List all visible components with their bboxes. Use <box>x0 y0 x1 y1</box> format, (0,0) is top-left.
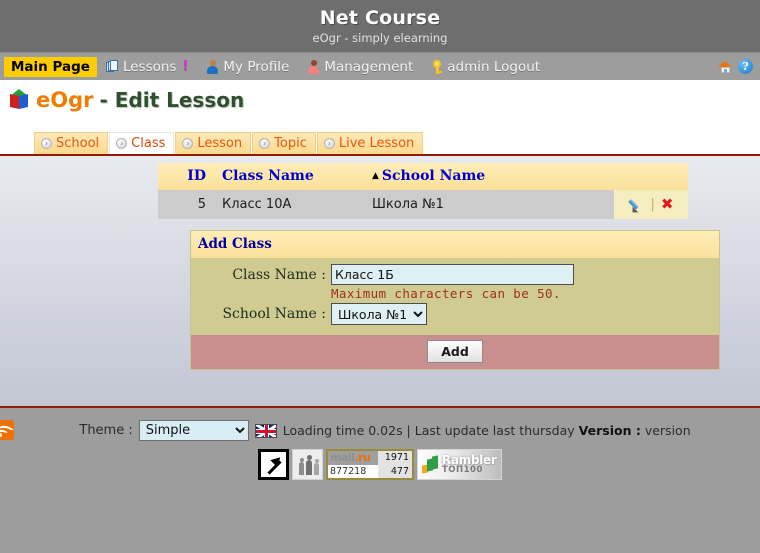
page-title-bar: eOgr - Edit Lesson <box>0 80 760 120</box>
key-icon <box>431 60 443 74</box>
tab-class[interactable]: › Class <box>109 132 174 154</box>
nav-label-main-page: Main Page <box>11 57 90 77</box>
site-title: Net Course <box>0 6 760 30</box>
person-blue-icon <box>206 60 219 74</box>
label-school-name: School Name : <box>191 303 331 325</box>
nav-label-logout: admin Logout <box>447 59 540 75</box>
action-separator: | <box>651 197 655 212</box>
nav-item-logout[interactable]: admin Logout <box>422 53 549 80</box>
table-header-row: ID Class Name ▲School Name <box>158 163 688 190</box>
mailru-brand: mail.ru <box>330 451 370 464</box>
mailru-brand-right: .ru <box>354 451 370 464</box>
cell-id: 5 <box>158 190 214 219</box>
cell-actions: | ✖ <box>614 190 688 219</box>
table-row: 5 Класс 10А Школа №1 | ✖ <box>158 190 688 219</box>
nav-label-my-profile: My Profile <box>223 59 289 75</box>
tab-live-lesson[interactable]: › Live Lesson <box>317 132 423 154</box>
chevron-right-icon: › <box>259 138 270 149</box>
mailru-counter[interactable]: mail.ru 1971 877218 477 <box>326 449 414 480</box>
status-text: Loading time 0.02s | Last update last th… <box>283 423 691 438</box>
tab-label-lesson: Lesson <box>197 136 242 151</box>
rambler-logo-icon <box>422 456 439 473</box>
add-button[interactable]: Add <box>427 340 483 363</box>
cell-class-name: Класс 10А <box>214 190 364 219</box>
nav-item-my-profile[interactable]: My Profile <box>197 53 298 80</box>
tab-label-school: School <box>56 136 99 151</box>
main-navigation: Main Page Lessons ! My Profile Managemen… <box>0 52 760 80</box>
site-footer: Theme : Simple Loading time 0.02s | Last… <box>0 408 760 480</box>
person-pink-icon <box>307 60 320 74</box>
tab-label-class: Class <box>131 136 165 151</box>
nav-right-icons: ? <box>718 59 760 74</box>
rambler-subtitle: ТОП100 <box>442 466 497 475</box>
max-chars-note: Maximum characters can be 50. <box>331 286 719 301</box>
nav-label-lessons: Lessons <box>123 59 177 75</box>
mailru-bottom-number: 477 <box>378 465 412 479</box>
footer-status-bar: Theme : Simple Loading time 0.02s | Last… <box>0 420 760 441</box>
home-icon[interactable] <box>718 60 733 74</box>
arrow-counter-icon[interactable] <box>258 449 289 480</box>
nav-item-management[interactable]: Management <box>298 53 422 80</box>
class-table: ID Class Name ▲School Name 5 Класс 10А Ш… <box>158 163 688 219</box>
section-tabs: › School › Class › Lesson › Topic › Live… <box>0 120 760 154</box>
site-header: Net Course eOgr - simply elearning <box>0 0 760 52</box>
page-title: - Edit Lesson <box>99 88 244 112</box>
mailru-total: 877218 <box>328 465 378 479</box>
chevron-right-icon: › <box>41 138 52 149</box>
main-content: ID Class Name ▲School Name 5 Класс 10А Ш… <box>0 154 760 408</box>
pencil-icon[interactable] <box>629 197 645 213</box>
version-value: version <box>641 423 691 438</box>
rambler-counter[interactable]: Rambler ТОП100 <box>417 449 502 480</box>
uk-flag-icon[interactable] <box>255 424 277 438</box>
chevron-right-icon: › <box>182 138 193 149</box>
column-header-school-name-label: School Name <box>382 168 485 184</box>
cube-logo-icon <box>8 89 30 111</box>
theme-label: Theme : <box>79 423 132 438</box>
pages-icon <box>106 60 119 74</box>
brand-name: eOgr <box>36 88 93 112</box>
rss-icon[interactable] <box>0 420 14 440</box>
add-class-footer: Add <box>191 335 719 369</box>
mailru-top-number: 1971 <box>378 451 412 465</box>
add-class-title: Add Class <box>191 231 719 258</box>
add-class-panel: Add Class Class Name : Maximum character… <box>190 230 720 370</box>
column-header-id[interactable]: ID <box>158 163 214 190</box>
nav-item-lessons[interactable]: Lessons ! <box>97 53 197 80</box>
chevron-right-icon: › <box>324 138 335 149</box>
cell-school-name: Школа №1 <box>364 190 614 219</box>
mailru-brand-left: mail <box>330 451 354 464</box>
status-prefix: Loading time 0.02s | Last update last th… <box>283 423 579 438</box>
school-name-select[interactable]: Школа №1 <box>331 303 427 325</box>
tab-topic[interactable]: › Topic <box>252 132 316 154</box>
footer-counters: mail.ru 1971 877218 477 Rambler ТОП100 <box>0 449 760 480</box>
chevron-right-icon: › <box>116 138 127 149</box>
class-name-input[interactable] <box>331 264 574 285</box>
delete-icon[interactable]: ✖ <box>661 197 674 212</box>
help-icon[interactable]: ? <box>738 59 753 74</box>
lessons-badge-icon: ! <box>182 59 188 74</box>
column-header-class-name[interactable]: Class Name <box>214 163 364 190</box>
tab-label-live-lesson: Live Lesson <box>339 136 414 151</box>
column-header-actions <box>614 163 688 190</box>
nav-item-main-page[interactable]: Main Page <box>4 57 97 77</box>
add-class-body: Class Name : Maximum characters can be 5… <box>191 258 719 335</box>
tab-label-topic: Topic <box>274 136 307 151</box>
column-header-school-name[interactable]: ▲School Name <box>364 163 614 190</box>
version-label: Version : <box>579 423 641 438</box>
people-counter-icon[interactable] <box>292 449 323 480</box>
sort-ascending-icon: ▲ <box>372 171 379 181</box>
nav-label-management: Management <box>324 59 413 75</box>
label-class-name: Class Name : <box>191 264 331 286</box>
site-subtitle: eOgr - simply elearning <box>0 30 760 46</box>
theme-select[interactable]: Simple <box>139 420 249 441</box>
field-row-school-name: School Name : Школа №1 <box>191 303 719 325</box>
tab-school[interactable]: › School <box>34 132 108 154</box>
field-row-class-name: Class Name : Maximum characters can be 5… <box>191 264 719 301</box>
tab-lesson[interactable]: › Lesson <box>175 132 251 154</box>
